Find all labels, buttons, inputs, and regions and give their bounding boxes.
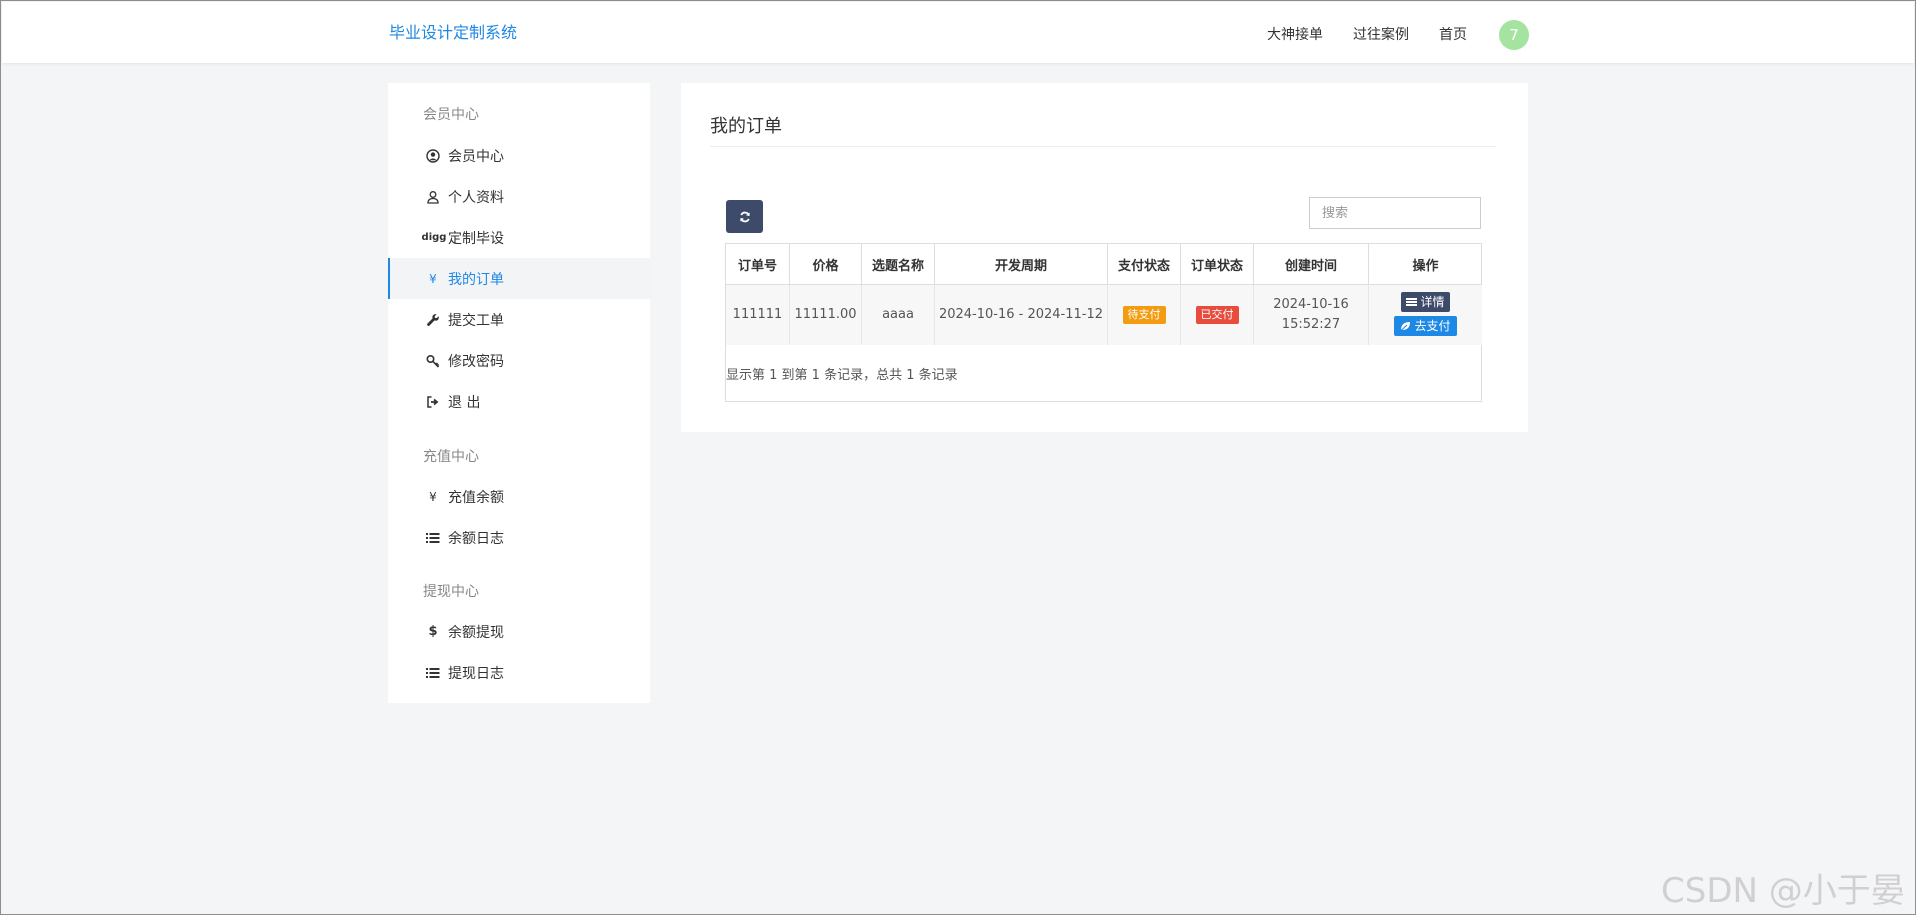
sidebar-item-label: 退 出 (448, 394, 481, 411)
column-header-topic[interactable]: 选题名称 (861, 244, 935, 285)
list-icon (1406, 298, 1418, 306)
detail-button-label: 详情 (1420, 295, 1445, 309)
column-header-created-time[interactable]: 创建时间 (1253, 244, 1369, 285)
status-badge-order: 已交付 (1195, 306, 1239, 324)
brand-logo-text[interactable]: 毕业设计定制系统 (389, 19, 517, 43)
sidebar-item-label: 个人资料 (448, 189, 504, 206)
column-header-period[interactable]: 开发周期 (934, 244, 1108, 285)
sidebar-item-label: 提现日志 (448, 665, 504, 682)
wrench-icon (425, 312, 441, 328)
cell-price: 11111.00 (789, 284, 862, 345)
pay-button[interactable]: 去支付 (1394, 316, 1457, 336)
orders-table: 订单号 价格 选题名称 开发周期 支付状态 订单状态 创建时间 操作 11111… (726, 244, 1482, 345)
sidebar-item-my-orders[interactable]: ¥ 我的订单 (388, 258, 650, 299)
top-navbar: 毕业设计定制系统 大神接单 过往案例 首页 7 (2, 2, 1914, 63)
cell-topic: aaaa (861, 284, 935, 345)
table-row: 111111 11111.00 aaaa 2024-10-16 - 2024-1… (726, 284, 1482, 345)
orders-table-container: 订单号 价格 选题名称 开发周期 支付状态 订单状态 创建时间 操作 11111… (725, 243, 1482, 402)
sidebar-group-title-withdraw: 提现中心 (423, 584, 479, 600)
orders-panel: 我的订单 订单号 价格 选题名称 开发周期 支付状态 订单状态 创建时间 操作 (681, 83, 1528, 432)
cell-order-status: 已交付 (1180, 284, 1254, 345)
table-header-row: 订单号 价格 选题名称 开发周期 支付状态 订单状态 创建时间 操作 (726, 244, 1482, 285)
nav-link-cases[interactable]: 过往案例 (1353, 24, 1409, 44)
sidebar-item-label: 修改密码 (448, 353, 504, 370)
sidebar-item-balance-log[interactable]: 余额日志 (388, 517, 650, 558)
sidebar-item-withdraw-log[interactable]: 提现日志 (388, 652, 650, 693)
refresh-icon (739, 211, 750, 222)
nav-link-home[interactable]: 首页 (1439, 24, 1467, 44)
cell-created-time: 2024-10-16 15:52:27 (1253, 284, 1369, 345)
detail-button[interactable]: 详情 (1401, 292, 1450, 312)
watermark-text: CSDN @小于晏 (1661, 871, 1905, 911)
sidebar-item-withdraw[interactable]: $ 余额提现 (388, 611, 650, 652)
sidebar-item-custom-design[interactable]: digg 定制毕设 (388, 217, 650, 258)
nav-link-orders[interactable]: 大神接单 (1267, 24, 1323, 44)
sidebar-item-label: 我的订单 (448, 271, 504, 288)
page-frame: 毕业设计定制系统 大神接单 过往案例 首页 7 会员中心 会员中心 个人资料 d… (0, 0, 1916, 915)
cell-actions: 详情 去支付 (1368, 284, 1482, 345)
avatar[interactable]: 7 (1499, 20, 1529, 50)
sidebar-item-logout[interactable]: 退 出 (388, 381, 650, 422)
created-date: 2024-10-16 (1273, 297, 1349, 312)
leaf-icon (1401, 322, 1411, 331)
title-divider (710, 146, 1496, 147)
status-badge-pay: 待支付 (1122, 306, 1166, 324)
sidebar-item-member-center[interactable]: 会员中心 (388, 135, 650, 176)
sidebar: 会员中心 会员中心 个人资料 digg 定制毕设 ¥ 我的订单 提交工单 修改密… (388, 83, 650, 703)
list-icon (425, 665, 441, 681)
yen-icon: ¥ (429, 489, 437, 504)
sidebar-item-submit-ticket[interactable]: 提交工单 (388, 299, 650, 340)
top-nav: 大神接单 过往案例 首页 (1267, 24, 1497, 44)
sidebar-group-title-member: 会员中心 (423, 107, 479, 123)
page-title: 我的订单 (710, 116, 782, 137)
user-icon (425, 189, 441, 205)
search-input[interactable] (1309, 197, 1481, 229)
pay-button-label: 去支付 (1414, 319, 1451, 333)
column-header-pay-status[interactable]: 支付状态 (1107, 244, 1181, 285)
cell-pay-status: 待支付 (1107, 284, 1181, 345)
list-icon (425, 530, 441, 546)
created-time: 15:52:27 (1281, 317, 1341, 332)
pagination-info: 显示第 1 到第 1 条记录，总共 1 条记录 (726, 368, 958, 383)
cell-order-no: 111111 (726, 284, 790, 345)
sidebar-item-label: 会员中心 (448, 148, 504, 165)
key-icon (425, 353, 441, 369)
column-header-actions: 操作 (1368, 244, 1482, 285)
column-header-order-status[interactable]: 订单状态 (1180, 244, 1254, 285)
user-circle-icon (425, 148, 441, 164)
yen-icon: ¥ (429, 271, 437, 286)
sidebar-item-change-password[interactable]: 修改密码 (388, 340, 650, 381)
sidebar-item-label: 定制毕设 (448, 230, 504, 247)
sidebar-item-label: 余额日志 (448, 530, 504, 547)
dollar-icon: $ (428, 624, 438, 639)
column-header-price[interactable]: 价格 (789, 244, 862, 285)
sidebar-item-recharge-balance[interactable]: ¥ 充值余额 (388, 476, 650, 517)
column-header-order-no[interactable]: 订单号 (726, 244, 790, 285)
cell-period: 2024-10-16 - 2024-11-12 (934, 284, 1108, 345)
refresh-button[interactable] (726, 200, 763, 233)
sign-out-icon (425, 394, 441, 410)
sidebar-item-profile[interactable]: 个人资料 (388, 176, 650, 217)
sidebar-group-title-recharge: 充值中心 (423, 449, 479, 465)
digg-icon: digg (421, 232, 447, 243)
sidebar-item-label: 充值余额 (448, 489, 504, 506)
sidebar-item-label: 余额提现 (448, 624, 504, 641)
sidebar-item-label: 提交工单 (448, 312, 504, 329)
